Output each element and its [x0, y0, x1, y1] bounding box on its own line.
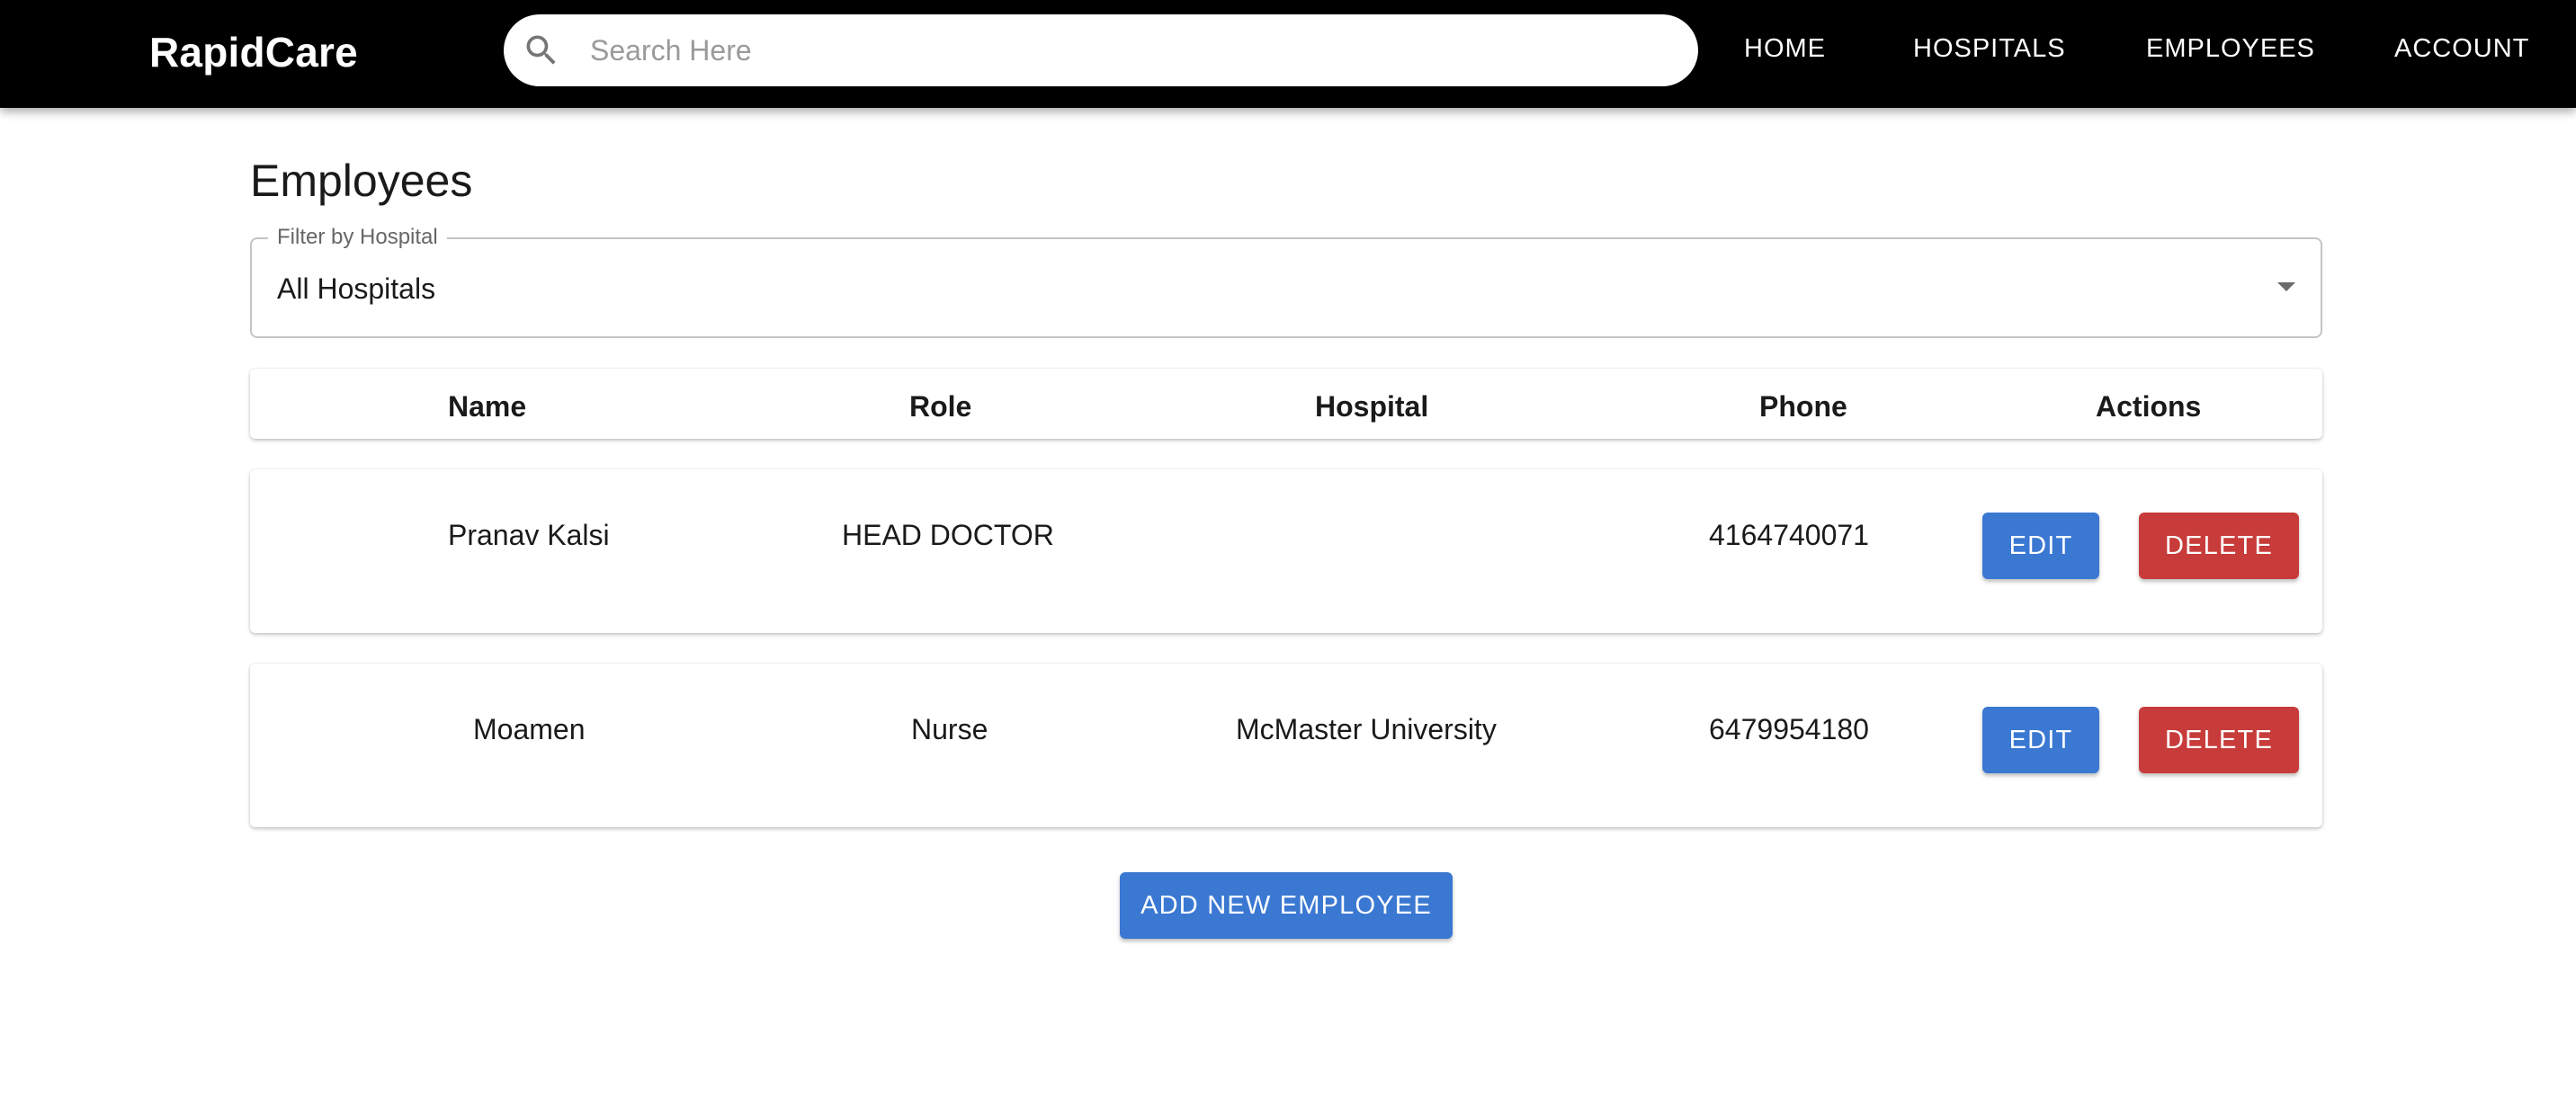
- column-header-role: Role: [909, 390, 972, 423]
- delete-button[interactable]: DELETE: [2139, 707, 2299, 773]
- column-header-name: Name: [448, 390, 527, 423]
- nav-account[interactable]: ACCOUNT: [2394, 31, 2529, 67]
- brand-logo[interactable]: RapidCare: [149, 25, 358, 79]
- hospital-filter-select[interactable]: Filter by Hospital All Hospitals: [250, 224, 2322, 338]
- edit-button[interactable]: EDIT: [1982, 707, 2099, 773]
- edit-button[interactable]: EDIT: [1982, 513, 2099, 579]
- filter-selected-value: All Hospitals: [277, 272, 436, 305]
- nav-home[interactable]: HOME: [1744, 31, 1826, 67]
- cell-phone: 6479954180: [1709, 713, 1869, 745]
- table-header: Name Role Hospital Phone Actions: [250, 369, 2322, 439]
- app-bar: RapidCare HOME HOSPITALS EMPLOYEES ACCOU…: [0, 0, 2576, 108]
- nav-hospitals[interactable]: HOSPITALS: [1913, 31, 2066, 67]
- cell-role: Nurse: [911, 713, 988, 745]
- search-icon: [526, 35, 556, 65]
- nav-employees[interactable]: EMPLOYEES: [2146, 31, 2315, 67]
- filter-label: Filter by Hospital: [268, 224, 447, 251]
- column-header-actions: Actions: [2096, 390, 2202, 423]
- cell-name: Pranav Kalsi: [448, 519, 610, 551]
- cell-name: Moamen: [473, 713, 586, 745]
- column-header-phone: Phone: [1759, 390, 1847, 423]
- delete-button[interactable]: DELETE: [2139, 513, 2299, 579]
- search-bar[interactable]: [504, 14, 1698, 86]
- table-row: Moamen Nurse McMaster University 6479954…: [250, 664, 2322, 827]
- page-title: Employees: [250, 156, 473, 206]
- add-new-employee-button[interactable]: ADD NEW EMPLOYEE: [1120, 872, 1453, 939]
- search-input[interactable]: [588, 23, 1668, 77]
- cell-hospital: McMaster University: [1236, 713, 1497, 745]
- table-row: Pranav Kalsi HEAD DOCTOR 4164740071 EDIT…: [250, 469, 2322, 633]
- cell-phone: 4164740071: [1709, 519, 1869, 551]
- cell-role: HEAD DOCTOR: [842, 519, 1054, 551]
- dropdown-arrow-icon[interactable]: [2277, 282, 2295, 291]
- column-header-hospital: Hospital: [1315, 390, 1429, 423]
